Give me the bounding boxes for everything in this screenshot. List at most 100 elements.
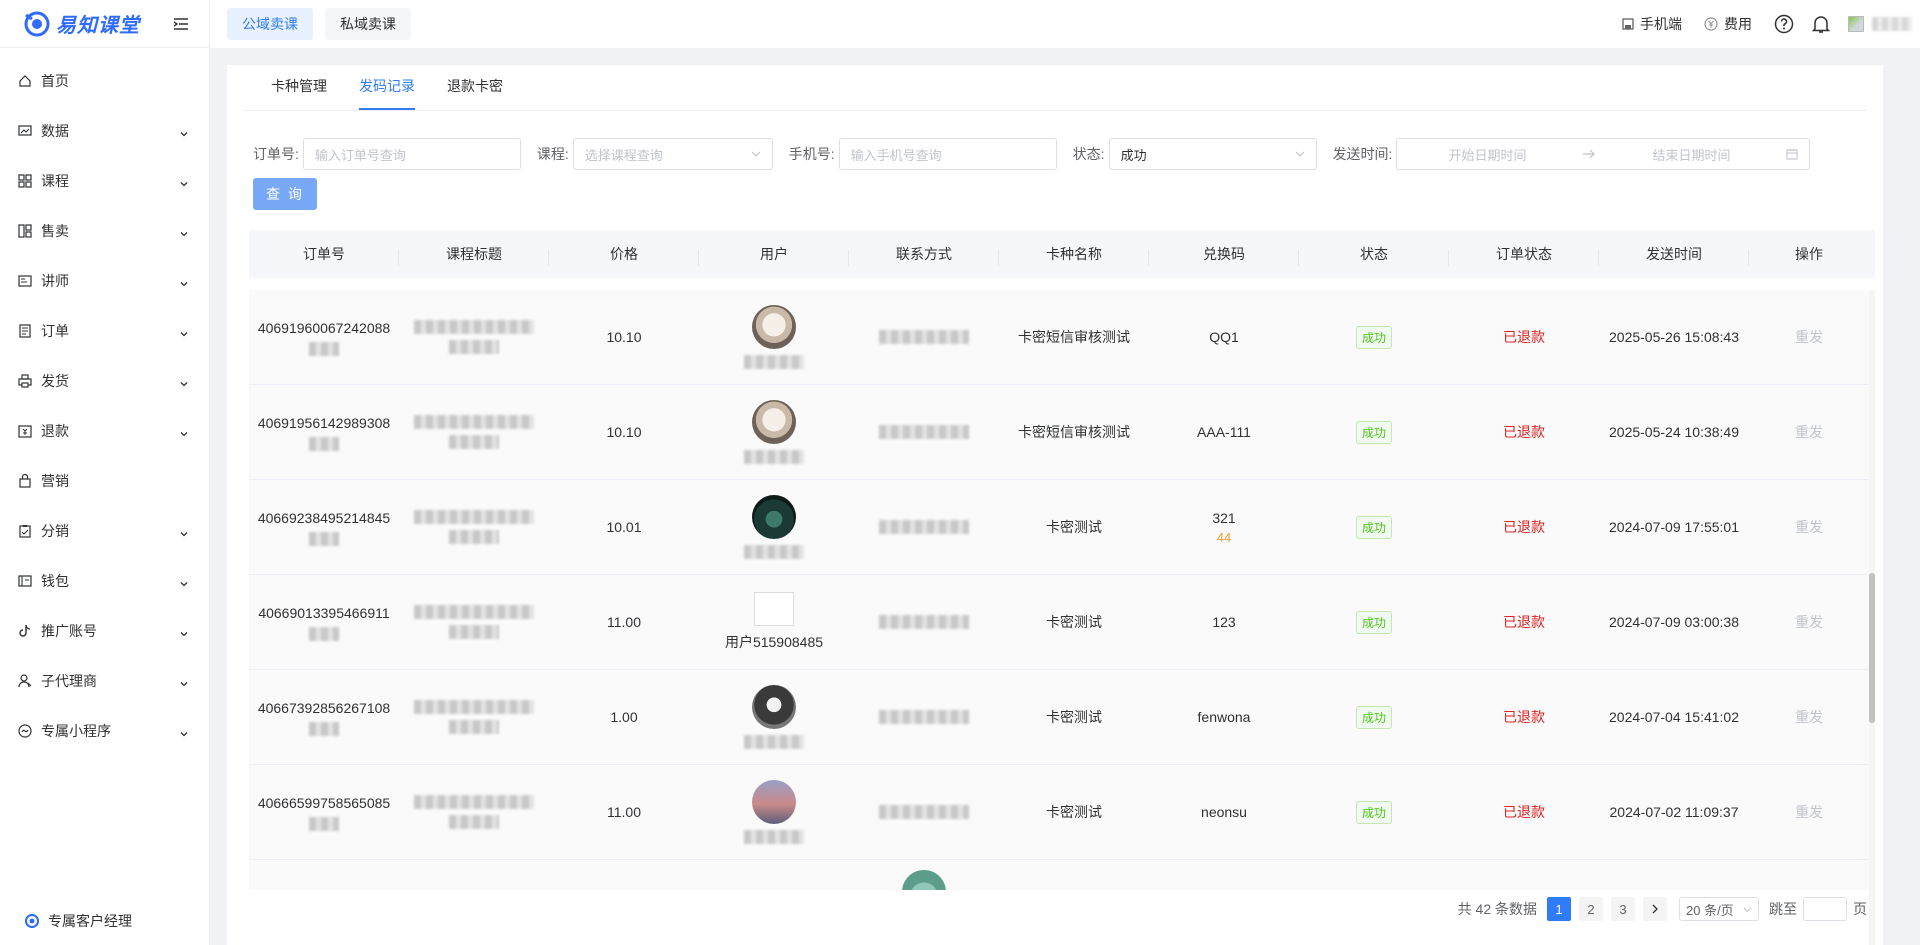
- course-select-placeholder: 选择课程查询: [584, 147, 663, 163]
- username-blurred[interactable]: [1872, 17, 1912, 31]
- sidebar-item-11[interactable]: 推广账号: [0, 606, 209, 656]
- sidebar-item-6[interactable]: 发货: [0, 356, 209, 406]
- table-cell: [849, 805, 999, 819]
- bag-icon: [18, 474, 32, 488]
- table-cell: [849, 520, 999, 534]
- redeem-code: neonsu: [1201, 804, 1247, 820]
- page-jump-input[interactable]: [1803, 897, 1847, 921]
- logo-text: 易知课堂: [56, 15, 140, 37]
- start-date-placeholder[interactable]: 开始日期时间: [1448, 145, 1526, 164]
- sidebar-item-0[interactable]: 首页: [0, 56, 209, 106]
- page-button-3[interactable]: 3: [1611, 897, 1635, 921]
- manager-logo-icon: [25, 914, 39, 928]
- table-cell: 已退款: [1449, 707, 1599, 727]
- sidebar-item-7[interactable]: 退款: [0, 406, 209, 456]
- tab-card-types[interactable]: 卡种管理: [271, 76, 327, 110]
- next-page-button[interactable]: [1643, 897, 1667, 921]
- table-cell: 11.00: [549, 614, 699, 630]
- sidebar-item-2[interactable]: 课程: [0, 156, 209, 206]
- table-cell: [399, 415, 549, 449]
- send-time-range[interactable]: 开始日期时间 结束日期时间: [1396, 138, 1811, 170]
- status-badge: 成功: [1355, 800, 1392, 824]
- contact-blurred: [879, 425, 969, 439]
- sidebar-item-label: 专属小程序: [41, 723, 111, 739]
- page-size-select[interactable]: 20 条/页: [1679, 897, 1759, 921]
- course-title-blurred: [414, 415, 534, 429]
- card-type: 卡密测试: [1046, 804, 1102, 820]
- scrollbar-thumb[interactable]: [1869, 573, 1875, 723]
- sidebar-item-label: 数据: [41, 123, 69, 139]
- account-manager-link[interactable]: 专属客户经理: [24, 911, 132, 931]
- order-no-input[interactable]: 输入订单号查询: [302, 138, 521, 170]
- send-time: 2024-07-09 17:55:01: [1609, 519, 1739, 535]
- sidebar-item-13[interactable]: 专属小程序: [0, 706, 209, 756]
- teacher-icon: [18, 274, 32, 288]
- status-select[interactable]: 成功: [1108, 138, 1317, 170]
- resend-button[interactable]: 重发: [1795, 422, 1823, 442]
- tab-refund-cards[interactable]: 退款卡密: [447, 76, 503, 110]
- sidebar: 易知课堂 首页数据课程 售卖 讲师 订单 发货 退款 营销 分销钱包推广账号 子代理商专属小程序…: [0, 0, 210, 945]
- resend-button[interactable]: 重发: [1795, 327, 1823, 347]
- course-select[interactable]: 选择课程查询: [572, 138, 773, 170]
- tab-send-records[interactable]: 发码记录: [359, 76, 415, 110]
- sidebar-item-4[interactable]: 讲师: [0, 256, 209, 306]
- tab-private-course[interactable]: 私域卖课: [325, 8, 411, 40]
- table-cell: 卡密测试: [999, 802, 1149, 822]
- end-date-placeholder[interactable]: 结束日期时间: [1652, 145, 1730, 164]
- order-status: 已退款: [1503, 329, 1545, 345]
- main-panel: 卡种管理 发码记录 退款卡密 订单号: 输入订单号查询 课程: 选择课程查询 手…: [227, 65, 1883, 945]
- table-cell: 成功: [1299, 420, 1449, 444]
- page-button-1[interactable]: 1: [1547, 897, 1571, 921]
- mobile-link[interactable]: 手机端: [1622, 14, 1682, 34]
- query-button[interactable]: 查 询: [253, 178, 317, 210]
- wallet-icon: [18, 574, 32, 588]
- sidebar-item-3[interactable]: 售卖: [0, 206, 209, 256]
- table-cell: 重发: [1749, 517, 1869, 537]
- sidebar-item-label: 钱包: [41, 573, 69, 589]
- resend-button[interactable]: 重发: [1795, 802, 1823, 822]
- user-avatar-small[interactable]: [1848, 16, 1864, 32]
- resend-button[interactable]: 重发: [1795, 612, 1823, 632]
- help-icon[interactable]: [1774, 14, 1794, 34]
- table-body: 40691960067242088 10.10 卡密短信审核测试 QQ1 成功 已退…: [249, 290, 1875, 890]
- table-cell: 1.00: [549, 709, 699, 725]
- resend-button[interactable]: 重发: [1795, 517, 1823, 537]
- sidebar-item-10[interactable]: 钱包: [0, 556, 209, 606]
- save-icon: [1622, 18, 1634, 30]
- table-cell: 10.10: [549, 329, 699, 345]
- table-cell: QQ1: [1149, 329, 1299, 345]
- table-row-partial: [249, 860, 1875, 890]
- bell-icon[interactable]: [1812, 14, 1830, 34]
- tab-public-course[interactable]: 公域卖课: [227, 8, 313, 40]
- phone-input[interactable]: 输入手机号查询: [838, 138, 1057, 170]
- sidebar-item-1[interactable]: 数据: [0, 106, 209, 156]
- column-header: 用户: [699, 244, 849, 266]
- order-status: 已退款: [1503, 424, 1545, 440]
- yen-icon: [1704, 17, 1718, 31]
- user-name-blurred: [744, 735, 804, 749]
- table-cell: 10.01: [549, 519, 699, 535]
- course-title-blurred: [414, 320, 534, 334]
- card-type: 卡密测试: [1046, 614, 1102, 630]
- table-cell: 40669238495214845: [249, 508, 399, 546]
- fee-link[interactable]: 费用: [1704, 14, 1752, 34]
- table-cell: 成功: [1299, 705, 1449, 729]
- price: 11.00: [607, 614, 641, 630]
- order-status: 已退款: [1503, 709, 1545, 725]
- sidebar-item-8[interactable]: 营销: [0, 456, 209, 506]
- resend-button[interactable]: 重发: [1795, 707, 1823, 727]
- sidebar-item-5[interactable]: 订单: [0, 306, 209, 356]
- table-scrollbar[interactable]: [1869, 291, 1875, 945]
- page-button-2[interactable]: 2: [1579, 897, 1603, 921]
- logo-icon: [22, 9, 52, 39]
- contact-blurred: [879, 615, 969, 629]
- user-avatar: [902, 870, 946, 890]
- contact-blurred: [879, 805, 969, 819]
- user-avatar: [752, 400, 796, 444]
- menu-collapse-icon[interactable]: [173, 17, 189, 31]
- table-cell: 用户515908485: [699, 592, 849, 652]
- sidebar-item-12[interactable]: 子代理商: [0, 656, 209, 706]
- pagination: 共 42 条数据 1 2 3 20 条/页 跳至 页: [1458, 897, 1867, 921]
- sidebar-item-9[interactable]: 分销: [0, 506, 209, 556]
- table-row: 40667392856267108 1.00 卡密测试 fenwona 成功 已退款…: [249, 670, 1875, 765]
